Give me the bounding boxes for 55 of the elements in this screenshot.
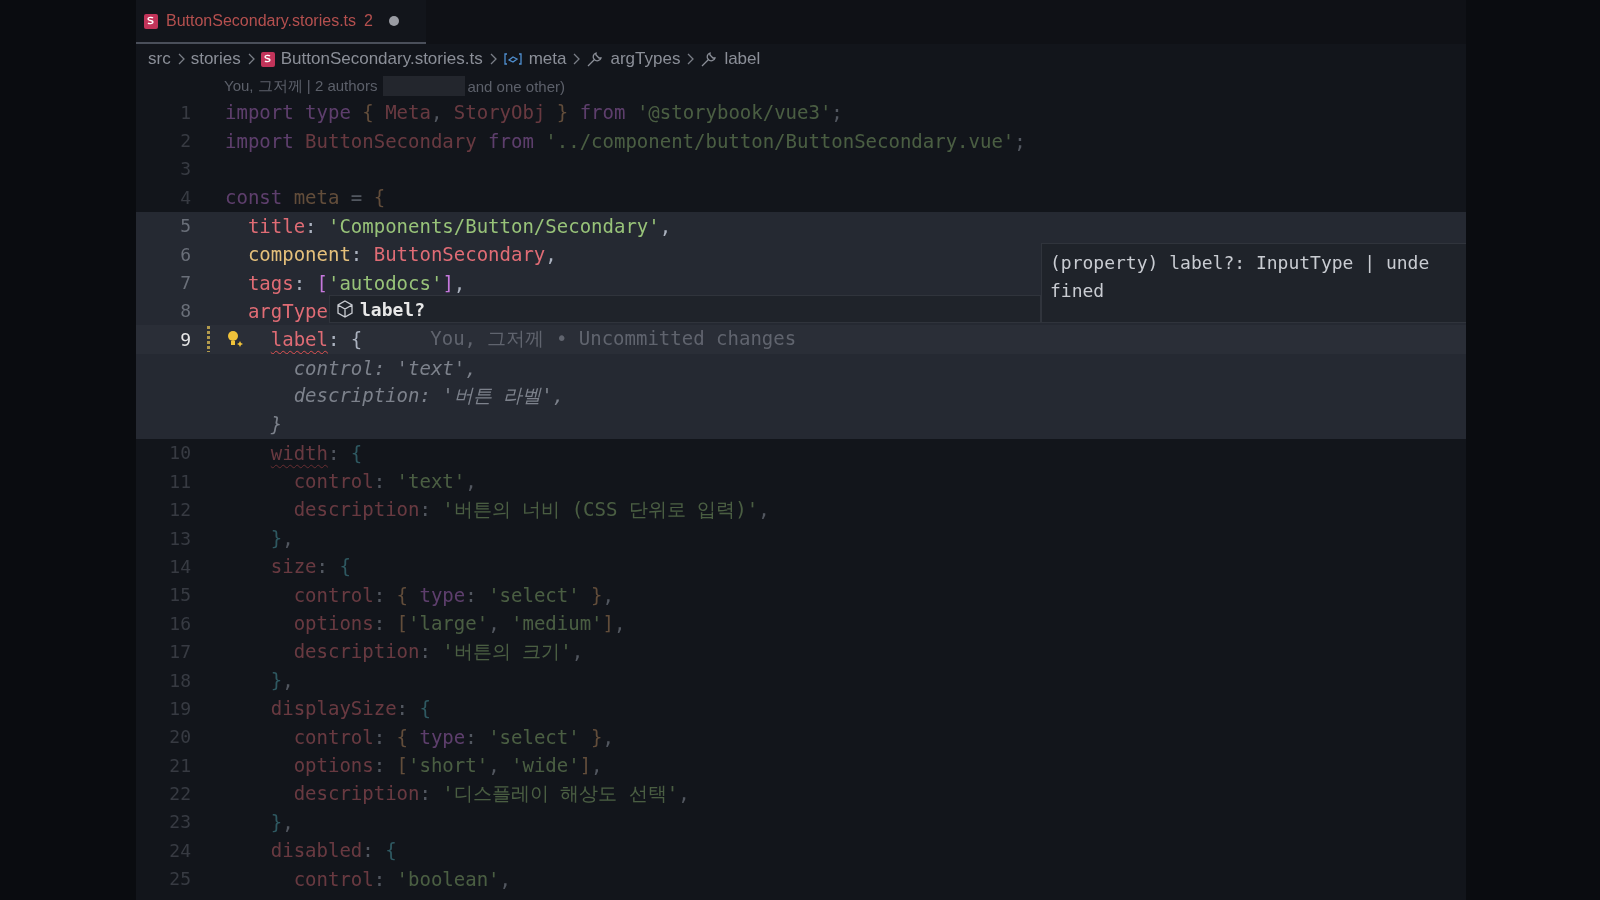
cube-icon [336,300,354,318]
type-signature: (property) label?: InputType | undefined [1050,251,1430,303]
line-number: 5 [180,215,191,237]
line-number: 8 [180,300,191,322]
blame-text: and one other) [467,77,565,95]
code-line: control: 'boolean', [293,867,511,890]
chevron-icon [488,53,497,65]
code-line: control: 'text', [293,356,477,379]
chevron-icon [176,53,185,65]
code-line: disabled: { [270,839,397,862]
blame-text: You, 그저께 | 2 authors [224,76,378,96]
code-line: import type { Meta, StoryObj } from '@storybook/vue3'; [225,101,843,124]
code-line: description: '버튼 라벨', [293,383,565,409]
variable-icon [502,52,523,66]
code-line: width: { [270,441,363,464]
code-line: title: 'Components/Button/Secondary', [247,214,672,237]
code-line: } [270,413,283,436]
line-number: 9 [180,328,191,350]
code-line: argType [247,299,328,322]
code-line: }, [270,527,294,550]
code-line: }, [270,810,294,833]
code-line: options: ['short', 'wide'], [293,754,603,777]
suggestion-item[interactable]: label? [329,295,1041,323]
chevron-icon [572,53,581,65]
wrench-icon [700,50,719,68]
code-line: const meta = { [225,186,386,209]
code-line: options: ['large', 'medium'], [293,612,626,635]
code-line: import ButtonSecondary from '../component/button/ButtonSecondary.vue'; [225,129,1026,152]
code-line: control: { type: 'select' }, [293,725,614,748]
breadcrumb-item[interactable]: src [148,49,171,69]
breadcrumb-item[interactable]: stories [190,49,241,69]
code-line: description: '버튼의 너비 (CSS 단위로 입력)', [293,496,770,522]
storybook-icon [144,13,158,29]
wrench-icon [586,50,605,68]
breadcrumb-item[interactable]: ButtonSecondary.stories.ts [280,49,483,69]
storybook-icon [260,51,275,67]
code-line: control: { type: 'select' }, [293,583,614,606]
chevron-icon [246,53,255,65]
breadcrumb-item[interactable]: label [724,49,761,69]
code-line: label: { [270,328,363,351]
chevron-icon [686,53,695,65]
code-line: control: 'text', [293,470,477,493]
breadcrumb-item[interactable]: meta [528,49,567,69]
code-line: tags: ['autodocs'], [247,271,466,294]
code-line: description: '버튼의 크기', [293,638,584,664]
code-line: }, [270,669,294,691]
modified-marker [206,326,210,353]
code-line: size: { [270,555,351,578]
code-line: displaySize: { [270,697,431,720]
code-line: description: '디스플레이 해상도 선택', [293,780,690,806]
line-number: 6 [180,243,191,265]
file-tab[interactable]: ButtonSecondary.stories.ts 2 [136,0,426,44]
code-line: component: ButtonSecondary, [247,243,557,266]
line-number: 7 [180,272,191,294]
breadcrumb-item[interactable]: argTypes [610,49,681,69]
